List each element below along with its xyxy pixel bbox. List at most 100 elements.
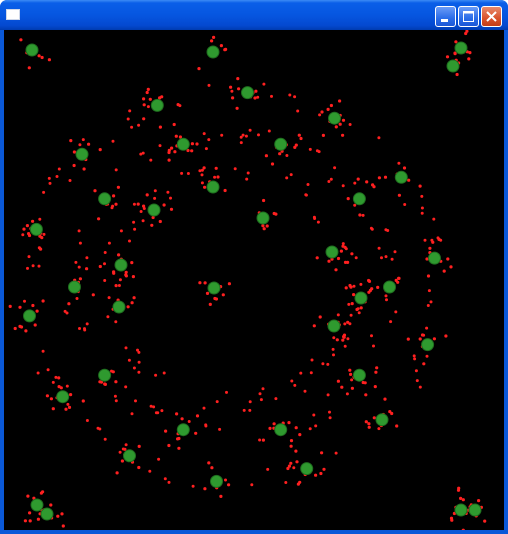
blob bbox=[446, 59, 460, 73]
particle bbox=[28, 519, 32, 523]
particle bbox=[207, 461, 211, 465]
blob bbox=[383, 280, 396, 294]
particle bbox=[137, 360, 141, 364]
particle bbox=[312, 413, 316, 417]
particle bbox=[245, 177, 249, 181]
particle bbox=[127, 358, 131, 362]
particle bbox=[373, 385, 377, 389]
particle bbox=[316, 220, 320, 224]
particle bbox=[317, 150, 321, 154]
particle bbox=[212, 35, 216, 39]
particle bbox=[384, 294, 388, 298]
blob bbox=[123, 449, 136, 463]
particle bbox=[141, 219, 145, 223]
particle bbox=[24, 329, 28, 333]
particle bbox=[354, 256, 358, 260]
particle bbox=[69, 393, 73, 397]
particle bbox=[130, 261, 134, 265]
particle bbox=[169, 207, 174, 211]
particle bbox=[124, 443, 128, 447]
particle bbox=[64, 407, 68, 411]
particle bbox=[187, 420, 191, 423]
close-button[interactable] bbox=[481, 6, 502, 27]
particle bbox=[394, 310, 398, 314]
particle bbox=[136, 348, 139, 352]
particle bbox=[149, 158, 153, 162]
particle bbox=[170, 146, 174, 150]
particle bbox=[207, 83, 211, 87]
particle bbox=[153, 189, 157, 193]
particle bbox=[78, 277, 82, 281]
particle bbox=[303, 389, 307, 393]
particle bbox=[319, 471, 323, 476]
particle bbox=[237, 87, 241, 91]
particle bbox=[359, 282, 363, 286]
maximize-button[interactable] bbox=[458, 6, 479, 27]
particle bbox=[203, 281, 207, 285]
particle bbox=[134, 399, 137, 403]
particle bbox=[341, 242, 345, 246]
particle bbox=[160, 95, 164, 99]
particle bbox=[299, 371, 303, 375]
particle bbox=[223, 188, 227, 193]
particle bbox=[22, 227, 26, 231]
particle bbox=[36, 517, 41, 521]
particle bbox=[297, 133, 301, 137]
title-bar[interactable] bbox=[0, 0, 508, 30]
particle bbox=[288, 93, 292, 97]
particle bbox=[310, 358, 314, 362]
particle bbox=[103, 382, 107, 386]
particle bbox=[261, 438, 265, 442]
window-icon[interactable] bbox=[6, 9, 20, 20]
particle bbox=[235, 106, 239, 110]
particle bbox=[418, 385, 422, 389]
particle bbox=[103, 279, 107, 282]
particle bbox=[377, 176, 381, 180]
particle bbox=[233, 167, 237, 171]
particle bbox=[293, 383, 297, 387]
particle bbox=[296, 482, 300, 486]
blob bbox=[29, 222, 43, 236]
simulation-canvas[interactable] bbox=[4, 30, 504, 530]
particle bbox=[377, 136, 381, 140]
particle bbox=[148, 469, 152, 473]
particle bbox=[114, 168, 118, 172]
particle bbox=[425, 326, 429, 330]
particle bbox=[133, 227, 137, 231]
particle bbox=[78, 143, 82, 147]
particle bbox=[406, 337, 410, 341]
particle bbox=[332, 353, 335, 357]
particle bbox=[329, 103, 333, 108]
particle bbox=[195, 414, 200, 418]
particle bbox=[352, 293, 356, 297]
particle bbox=[85, 322, 89, 326]
particle bbox=[23, 299, 26, 303]
blob bbox=[325, 245, 339, 259]
particle bbox=[372, 185, 376, 189]
particle bbox=[97, 217, 101, 221]
particle bbox=[377, 427, 381, 431]
particle bbox=[67, 405, 72, 409]
particle bbox=[318, 315, 322, 319]
particle bbox=[321, 362, 325, 366]
particle bbox=[110, 369, 113, 373]
particle bbox=[274, 397, 278, 401]
particle bbox=[136, 202, 140, 206]
particle bbox=[430, 238, 434, 242]
particle bbox=[124, 346, 128, 350]
particle bbox=[204, 424, 208, 428]
blob bbox=[454, 41, 468, 55]
particle bbox=[389, 320, 393, 324]
particle bbox=[78, 327, 81, 330]
particle bbox=[202, 132, 206, 136]
blob bbox=[207, 281, 221, 295]
particle bbox=[42, 190, 46, 194]
particle bbox=[157, 457, 161, 461]
particle bbox=[42, 232, 46, 236]
particle bbox=[312, 324, 316, 328]
particle bbox=[385, 298, 388, 302]
particle bbox=[118, 278, 122, 282]
minimize-button[interactable] bbox=[435, 6, 456, 27]
particle bbox=[367, 422, 371, 426]
particle bbox=[197, 67, 201, 71]
